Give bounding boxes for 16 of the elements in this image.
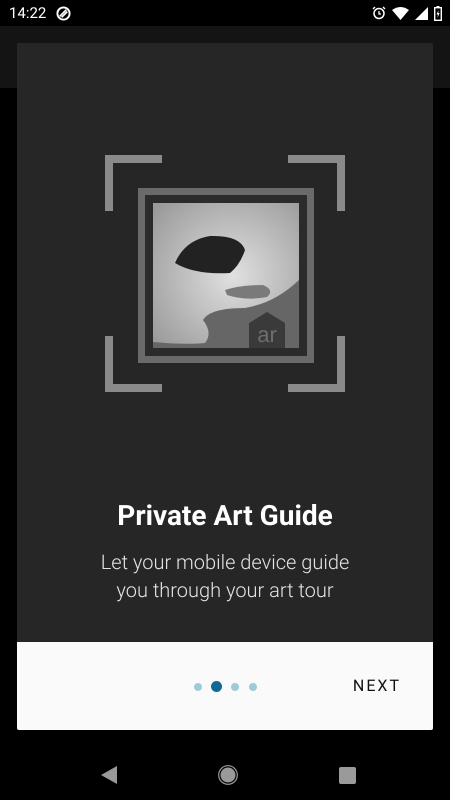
sync-icon bbox=[56, 6, 72, 20]
page-dot[interactable] bbox=[211, 681, 222, 692]
home-icon[interactable] bbox=[218, 765, 238, 785]
wifi-icon bbox=[392, 6, 409, 20]
next-button[interactable]: NEXT bbox=[340, 668, 413, 703]
dialog-description: Let your mobile device guide you through your art tour bbox=[100, 549, 350, 604]
signal-icon bbox=[415, 6, 428, 20]
status-time: 14:22 bbox=[9, 4, 46, 22]
page-dot[interactable] bbox=[231, 682, 239, 690]
alarm-icon bbox=[372, 6, 386, 20]
recents-icon[interactable] bbox=[338, 766, 356, 784]
page-dot[interactable] bbox=[249, 682, 257, 690]
page-dot[interactable] bbox=[194, 682, 202, 690]
dialog-title: Private Art Guide bbox=[117, 498, 333, 534]
battery-icon bbox=[434, 6, 442, 20]
back-icon[interactable] bbox=[100, 766, 116, 784]
